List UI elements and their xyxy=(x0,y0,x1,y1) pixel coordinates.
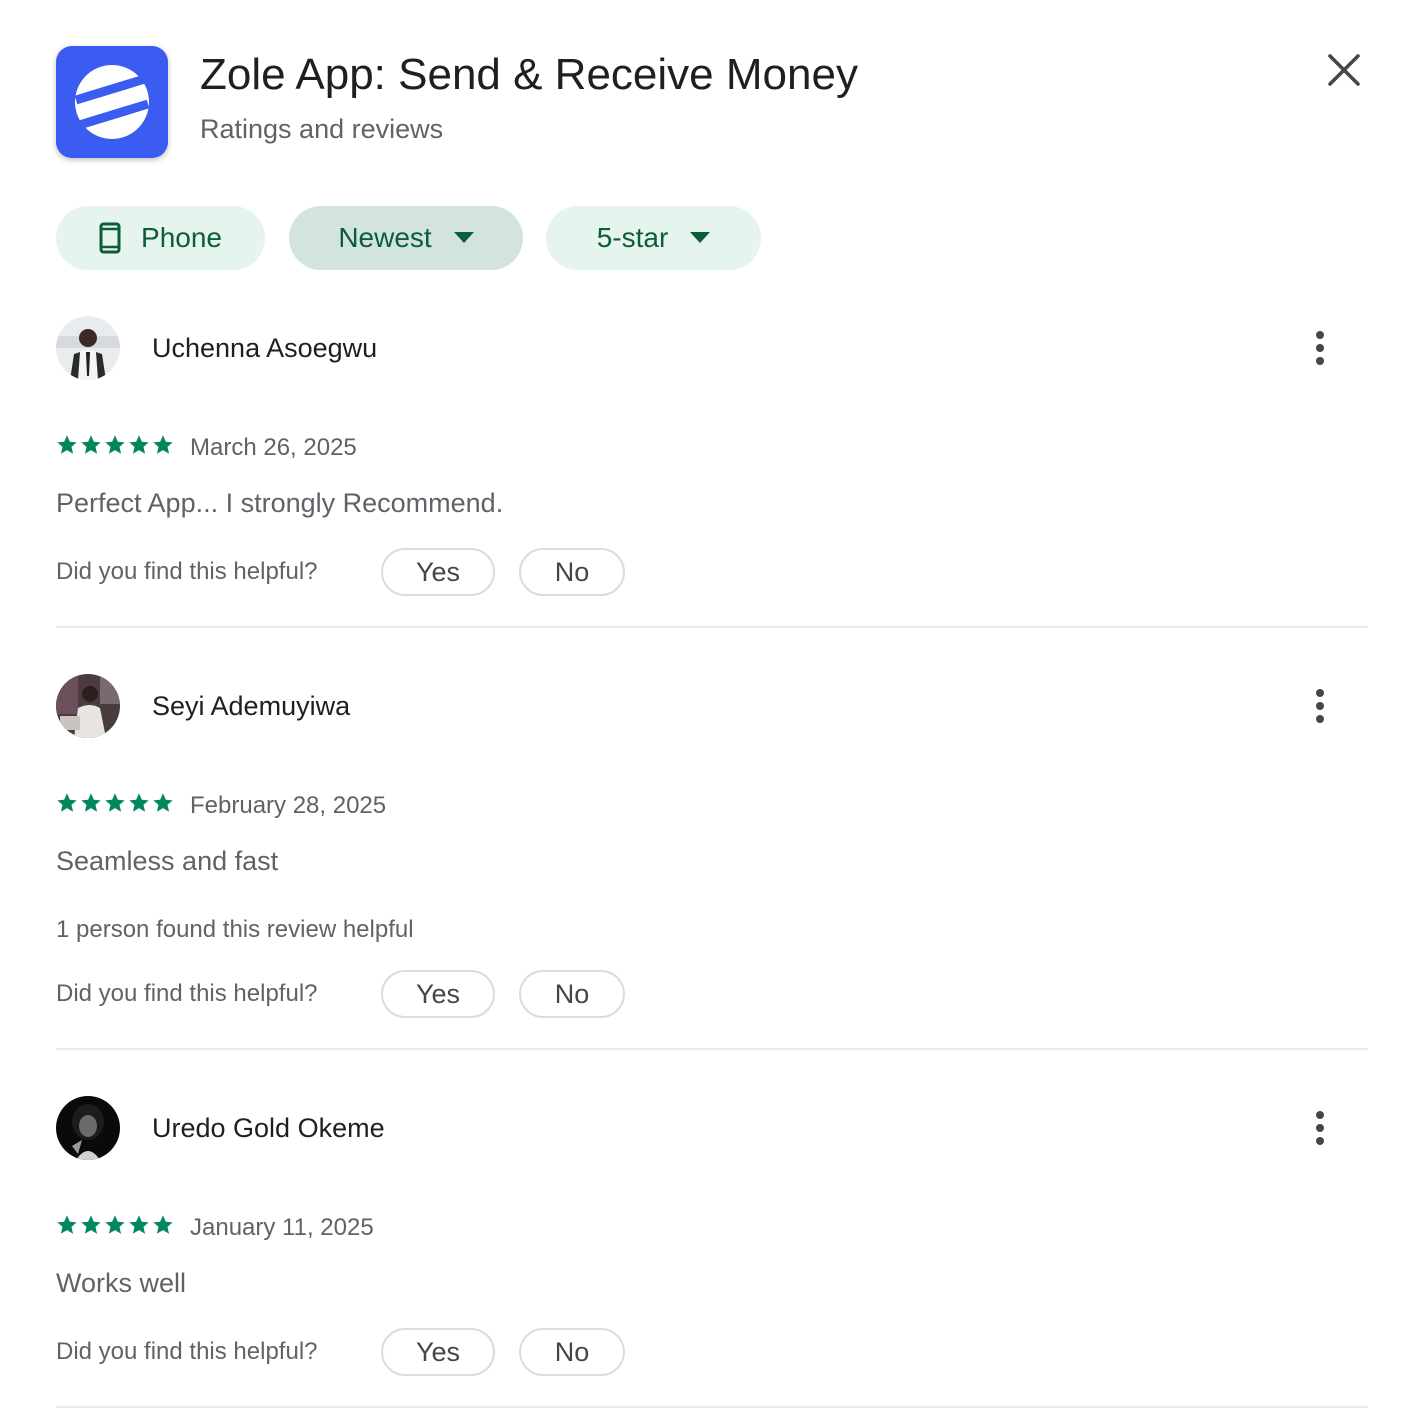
divider xyxy=(56,1048,1368,1050)
more-vert-icon xyxy=(1316,331,1324,365)
rating-filter-chip[interactable]: 5-star xyxy=(546,206,761,270)
divider xyxy=(56,1406,1368,1408)
more-options-button[interactable] xyxy=(1296,324,1344,372)
page-subtitle: Ratings and reviews xyxy=(200,114,444,144)
review-date: February 28, 2025 xyxy=(190,792,387,819)
review-card: Uchenna Asoegwu March 26, 2025 Perfect A… xyxy=(56,316,1368,630)
avatar[interactable] xyxy=(56,316,120,380)
star-icon xyxy=(105,1215,125,1234)
star-icon xyxy=(129,793,149,812)
star-icon xyxy=(129,435,149,454)
star-icon xyxy=(81,435,101,454)
app-logo-icon xyxy=(56,46,168,158)
star-rating xyxy=(56,792,174,814)
review-date: March 26, 2025 xyxy=(190,434,357,461)
star-icon xyxy=(153,793,173,812)
star-rating xyxy=(56,434,174,456)
more-vert-icon xyxy=(1316,689,1324,723)
device-filter-label: Phone xyxy=(141,222,222,253)
avatar[interactable] xyxy=(56,1096,120,1160)
helpful-no-button[interactable]: No xyxy=(519,1328,625,1376)
star-icon xyxy=(105,793,125,812)
star-icon xyxy=(129,1215,149,1234)
caret-down-icon xyxy=(453,232,474,244)
review-text: Works well xyxy=(56,1268,187,1298)
rating-filter-label: 5-star xyxy=(596,222,669,253)
more-options-button[interactable] xyxy=(1296,682,1344,730)
review-text: Perfect App... I strongly Recommend. xyxy=(56,488,504,518)
close-button[interactable] xyxy=(1316,42,1372,98)
helpful-no-button[interactable]: No xyxy=(519,970,625,1018)
phone-icon xyxy=(99,222,121,254)
helpful-question: Did you find this helpful? xyxy=(56,980,318,1007)
helpful-yes-button[interactable]: Yes xyxy=(381,970,495,1018)
reviewer-name: Uredo Gold Okeme xyxy=(152,1113,385,1143)
star-rating xyxy=(56,1214,174,1236)
more-options-button[interactable] xyxy=(1296,1104,1344,1152)
star-icon xyxy=(81,1215,101,1234)
sort-filter-chip[interactable]: Newest xyxy=(289,206,523,270)
reviews-dialog: Zole App: Send & Receive Money Ratings a… xyxy=(0,0,1412,1414)
star-icon xyxy=(81,793,101,812)
review-card: Uredo Gold Okeme January 11, 2025 Works … xyxy=(56,1096,1368,1410)
helpful-question: Did you find this helpful? xyxy=(56,558,318,585)
star-icon xyxy=(153,435,173,454)
device-filter-chip[interactable]: Phone xyxy=(56,206,265,270)
reviewer-name: Uchenna Asoegwu xyxy=(152,333,378,363)
star-icon xyxy=(57,793,77,812)
helpful-question: Did you find this helpful? xyxy=(56,1338,318,1365)
star-icon xyxy=(153,1215,173,1234)
divider xyxy=(56,626,1368,628)
star-icon xyxy=(105,435,125,454)
app-title: Zole App: Send & Receive Money xyxy=(200,50,858,99)
helpful-yes-button[interactable]: Yes xyxy=(381,1328,495,1376)
helpful-count: 1 person found this review helpful xyxy=(56,916,414,943)
caret-down-icon xyxy=(690,232,711,244)
more-vert-icon xyxy=(1316,1111,1324,1145)
sort-filter-label: Newest xyxy=(338,222,432,253)
star-icon xyxy=(57,1215,77,1234)
review-date: January 11, 2025 xyxy=(190,1214,374,1241)
close-icon xyxy=(1328,54,1360,86)
reviewer-name: Seyi Ademuyiwa xyxy=(152,691,351,721)
avatar[interactable] xyxy=(56,674,120,738)
review-card: Seyi Ademuyiwa February 28, 2025 Seamles… xyxy=(56,674,1368,1052)
review-text: Seamless and fast xyxy=(56,846,279,876)
helpful-yes-button[interactable]: Yes xyxy=(381,548,495,596)
star-icon xyxy=(57,435,77,454)
helpful-no-button[interactable]: No xyxy=(519,548,625,596)
